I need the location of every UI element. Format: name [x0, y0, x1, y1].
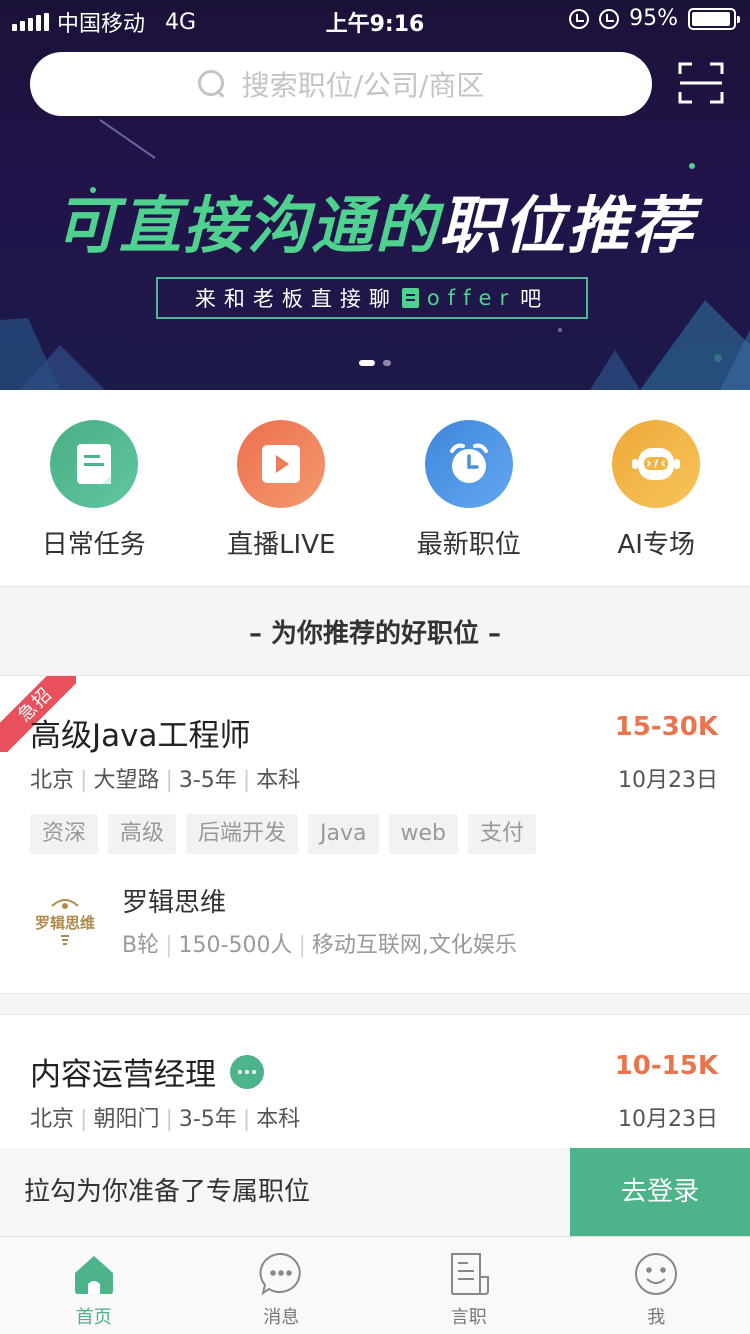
tab-label: 消息	[263, 1307, 300, 1328]
carousel-dot	[383, 360, 391, 366]
search-icon	[197, 70, 226, 98]
job-date: 10月23日	[618, 1107, 718, 1132]
card-divider	[0, 994, 750, 1014]
job-tag: 支付	[468, 814, 537, 854]
job-experience: 3-5年	[178, 1107, 237, 1132]
quick-entry-newest[interactable]: 最新职位	[375, 390, 563, 586]
banner-subtitle-pre: 来和老板直接聊	[194, 287, 398, 311]
job-title: 高级Java工程师	[30, 710, 250, 755]
clock-icon	[424, 420, 513, 508]
search-input[interactable]: 搜索职位/公司/商区	[30, 52, 652, 116]
tab-yanzhi[interactable]: 言职	[375, 1237, 563, 1334]
job-city: 北京	[30, 768, 75, 793]
home-icon	[74, 1256, 113, 1294]
banner-subtitle-post: 吧	[520, 287, 550, 311]
job-title: 内容运营经理	[30, 1049, 264, 1094]
quick-entry-ai[interactable]: AI专场	[563, 390, 750, 586]
tab-home[interactable]: 首页	[0, 1237, 188, 1334]
battery-icon	[688, 7, 740, 30]
tab-me[interactable]: 我	[563, 1237, 750, 1334]
quick-entry-label: 日常任务	[41, 530, 146, 560]
job-tag: 后端开发	[186, 814, 299, 854]
banner-subtitle: 来和老板直接聊 offer 吧	[156, 277, 588, 319]
job-tag: 资深	[30, 814, 99, 854]
company-logo: 罗辑思维	[30, 886, 100, 956]
quick-entry-daily-task[interactable]: 日常任务	[0, 390, 188, 586]
task-icon	[49, 420, 138, 508]
job-salary: 15-30K	[614, 712, 718, 742]
job-area: 朝阳门	[93, 1107, 160, 1132]
document-icon	[401, 288, 419, 308]
job-title-text: 高级Java工程师	[30, 718, 251, 754]
alarm-icon	[599, 8, 620, 29]
status-right: 95%	[569, 6, 740, 31]
job-education: 本科	[256, 768, 301, 793]
profile-icon	[635, 1253, 678, 1295]
scan-icon[interactable]	[678, 60, 724, 106]
search-placeholder: 搜索职位/公司/商区	[241, 69, 485, 102]
quick-entry-label: 最新职位	[416, 530, 521, 560]
job-city: 北京	[30, 1107, 75, 1132]
job-tag: web	[388, 814, 459, 854]
battery-percent: 95%	[629, 6, 678, 31]
quick-entry-label: 直播LIVE	[227, 530, 336, 560]
quick-entries: 日常任务 直播LIVE 最新职位 AI专场	[0, 390, 750, 586]
job-title-text: 内容运营经理	[30, 1057, 216, 1093]
job-tag: 高级	[108, 814, 177, 854]
banner-title-green: 可直接沟通的	[54, 189, 439, 262]
company-info[interactable]: 罗辑思维 罗辑思维 B轮 | 150-500人 | 移动互联网,文化娱乐	[30, 882, 517, 959]
banner-title-white: 职位推荐	[439, 189, 696, 262]
job-tags: 资深 高级 后端开发 Java web 支付	[30, 814, 537, 854]
tab-label: 我	[647, 1307, 666, 1328]
svg-text:罗辑思维: 罗辑思维	[35, 914, 95, 932]
job-meta: 北京 | 朝阳门 | 3-5年 | 本科	[30, 1107, 301, 1132]
banner-title[interactable]: 可直接沟通的职位推荐	[0, 175, 750, 265]
banner-subtitle-accent: offer	[426, 286, 517, 310]
tab-label: 首页	[75, 1307, 112, 1328]
quick-entry-label: AI专场	[617, 530, 695, 560]
job-card[interactable]: 急招 高级Java工程师 15-30K 北京 | 大望路 | 3-5年 | 本科 10月23…	[0, 676, 750, 994]
quick-entry-live[interactable]: 直播LIVE	[188, 390, 376, 586]
company-meta: B轮 | 150-500人 | 移动互联网,文化娱乐	[122, 933, 517, 958]
job-education: 本科	[256, 1107, 301, 1132]
login-prompt-bar: 拉勾为你准备了专属职位 去登录	[0, 1148, 750, 1236]
play-icon	[237, 420, 326, 508]
carousel-indicator[interactable]	[0, 360, 750, 366]
company-stage: B轮	[122, 933, 160, 958]
job-area: 大望路	[93, 768, 160, 793]
section-title: – 为你推荐的好职位 –	[0, 586, 750, 676]
status-bar: 中国移动 4G 上午9:16 95%	[0, 0, 750, 40]
tab-bar: 首页 消息 言职 我	[0, 1236, 750, 1334]
job-card[interactable]: 内容运营经理 10-15K 北京 | 朝阳门 | 3-5年 | 本科 10月23日	[0, 1014, 750, 1148]
robot-icon	[612, 420, 701, 508]
company-name: 罗辑思维	[122, 888, 227, 918]
job-experience: 3-5年	[178, 768, 237, 793]
company-size: 150-500人	[178, 933, 293, 958]
job-meta: 北京 | 大望路 | 3-5年 | 本科	[30, 768, 301, 793]
company-text: 罗辑思维 B轮 | 150-500人 | 移动互联网,文化娱乐	[122, 882, 517, 959]
hero-banner: 中国移动 4G 上午9:16 95% 搜索职位/公司/商区 可直接沟通的职位推荐…	[0, 0, 750, 390]
message-icon	[259, 1252, 301, 1296]
login-prompt-text: 拉勾为你准备了专属职位	[0, 1148, 570, 1236]
tab-label: 言职	[450, 1307, 487, 1328]
news-icon	[450, 1253, 489, 1295]
orientation-lock-icon	[569, 8, 590, 29]
job-salary: 10-15K	[614, 1051, 718, 1081]
carousel-dot-active	[359, 360, 375, 366]
company-industry: 移动互联网,文化娱乐	[311, 933, 517, 958]
login-button[interactable]: 去登录	[570, 1148, 750, 1236]
job-tag: Java	[308, 814, 379, 854]
job-date: 10月23日	[618, 768, 718, 793]
chat-icon	[230, 1054, 264, 1089]
tab-messages[interactable]: 消息	[188, 1237, 376, 1334]
